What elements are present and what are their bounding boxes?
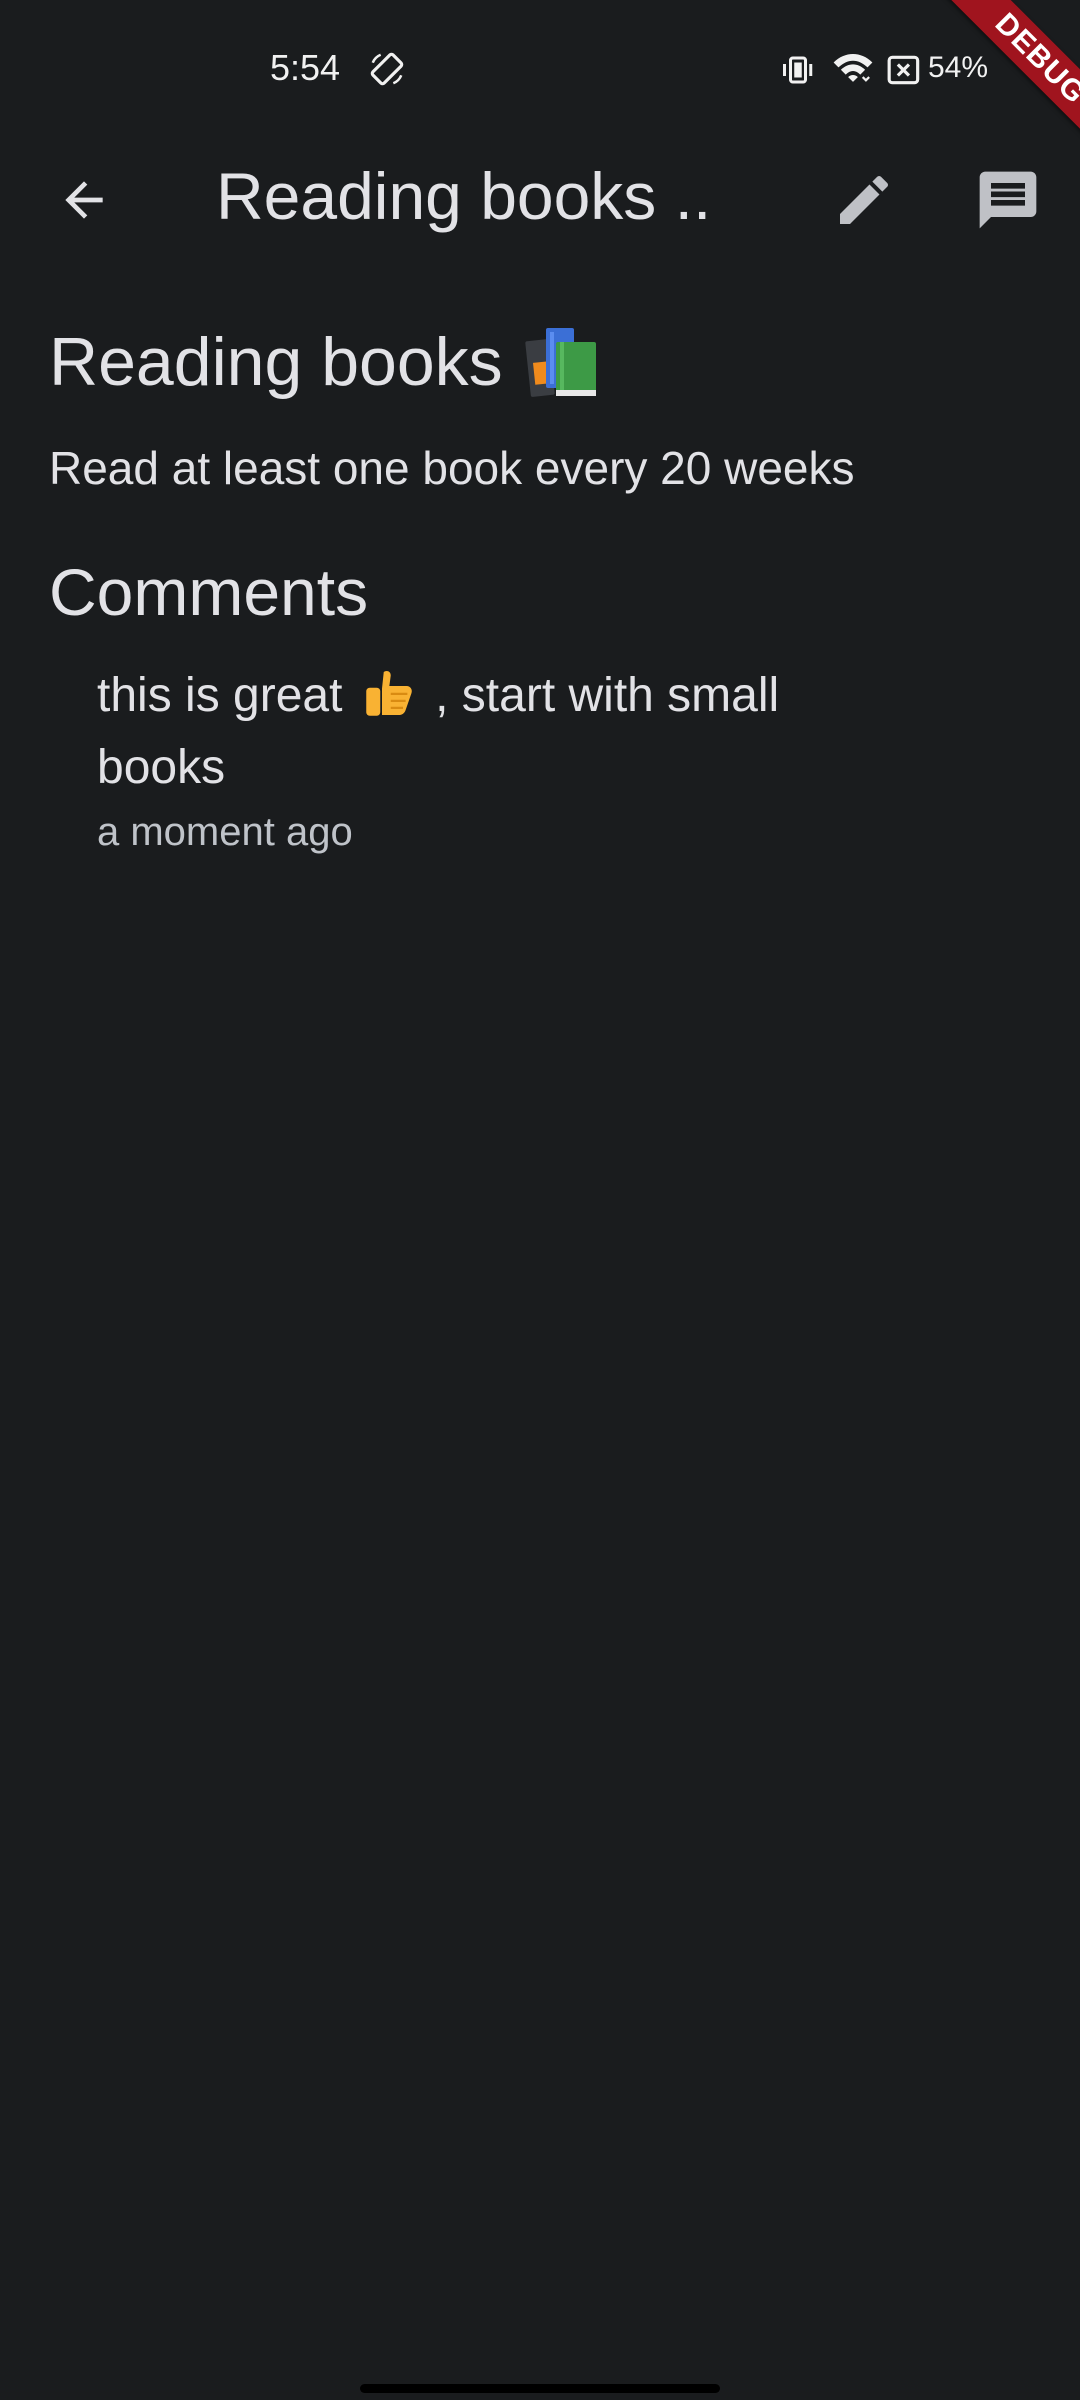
- habit-title-row: Reading books: [49, 322, 603, 402]
- app-bar-title: Reading books ...: [216, 159, 716, 233]
- comment-text-start: this is great: [97, 669, 343, 722]
- comment-item: this is great , start with small books a…: [97, 660, 917, 860]
- battery-saver-icon: [887, 55, 920, 85]
- vibrate-icon: [783, 56, 813, 84]
- comment-timestamp: a moment ago: [97, 810, 353, 854]
- comment-button[interactable]: [960, 152, 1056, 248]
- battery-percentage: 54%: [928, 51, 989, 84]
- wifi-icon: [833, 54, 873, 82]
- comments-heading: Comments: [49, 555, 369, 629]
- edit-button[interactable]: [816, 152, 912, 248]
- comment-text: this is great , start with small books: [97, 660, 917, 804]
- gesture-navigation-bar[interactable]: [360, 2384, 720, 2393]
- pencil-icon: [840, 175, 889, 224]
- screen-rotate-icon: [370, 52, 404, 86]
- app-screen: 5:54 54% DEBUG Reading books ... Reading…: [0, 0, 1080, 2400]
- status-time: 5:54: [270, 47, 341, 88]
- habit-description: Read at least one book every 20 weeks: [49, 442, 855, 494]
- back-arrow-icon: [65, 181, 103, 219]
- comment-icon: [979, 171, 1037, 229]
- app-bar: Reading books ...: [0, 130, 1080, 260]
- habit-title: Reading books: [49, 324, 503, 400]
- books-icon: [524, 328, 596, 397]
- back-button[interactable]: [36, 152, 132, 248]
- status-bar: 5:54 54%: [0, 0, 1080, 130]
- thumbs-up-icon: [366, 670, 412, 716]
